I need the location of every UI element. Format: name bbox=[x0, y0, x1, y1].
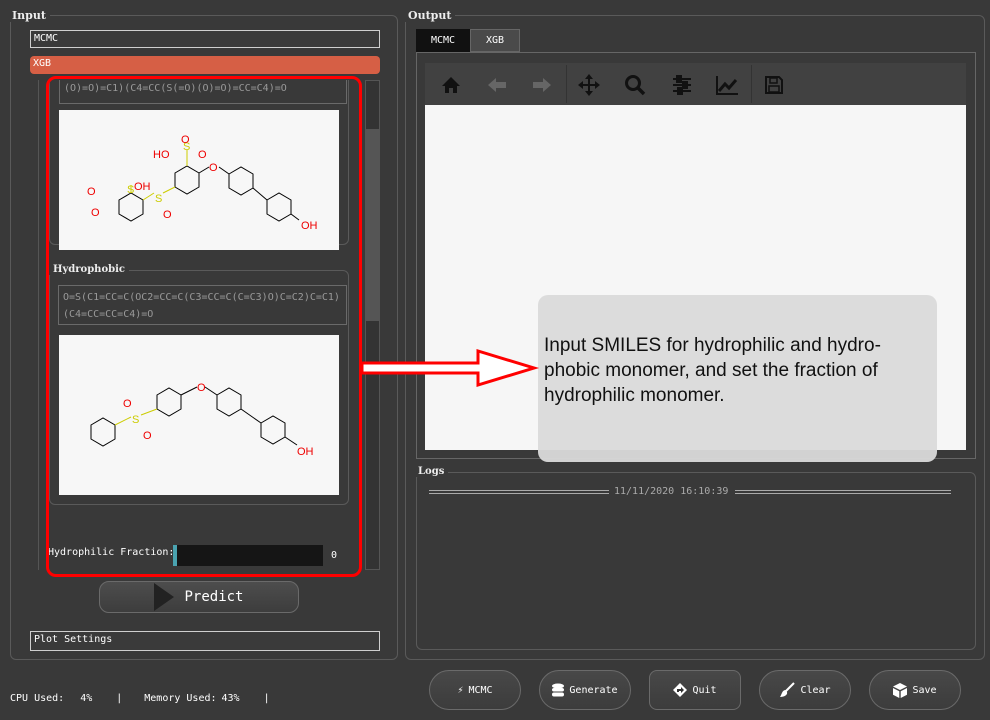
predict-label: Predict bbox=[184, 589, 244, 605]
logs-title: Logs bbox=[414, 466, 449, 477]
quit-button-label: Quit bbox=[692, 684, 717, 696]
predict-button[interactable]: Predict bbox=[99, 581, 299, 613]
tab-xgb[interactable]: XGB bbox=[470, 29, 520, 52]
status-separator: | bbox=[116, 693, 123, 704]
plot-toolbar bbox=[425, 63, 966, 105]
memory-value: 43% bbox=[221, 693, 240, 704]
pan-icon[interactable] bbox=[577, 73, 601, 97]
save-button[interactable]: Save bbox=[869, 670, 961, 710]
xgb-section-header[interactable]: XGB bbox=[30, 56, 380, 74]
toolbar-divider bbox=[751, 65, 752, 103]
configure-icon[interactable] bbox=[670, 73, 694, 97]
quit-button[interactable]: Quit bbox=[649, 670, 741, 710]
status-bar: CPU Used: 4% | Memory Used: 43% | bbox=[10, 693, 270, 704]
instruction-callout: Input SMILES for hydrophilic and hydro-p… bbox=[538, 295, 937, 462]
tab-mcmc[interactable]: MCMC bbox=[416, 29, 470, 52]
log-separator-right bbox=[735, 490, 951, 494]
scrollbar-handle[interactable] bbox=[366, 129, 379, 321]
log-separator-left bbox=[429, 490, 609, 494]
callout-text: Input SMILES for hydrophilic and hydro-p… bbox=[544, 335, 881, 406]
scrollbar[interactable] bbox=[365, 80, 380, 570]
plot-settings-header[interactable]: Plot Settings bbox=[30, 631, 380, 651]
generate-button[interactable]: Generate bbox=[539, 670, 631, 710]
brush-icon bbox=[780, 682, 796, 697]
back-icon[interactable] bbox=[485, 73, 509, 97]
play-icon bbox=[154, 583, 175, 611]
forward-icon[interactable] bbox=[530, 73, 554, 97]
clear-button-label: Clear bbox=[800, 684, 831, 696]
save-icon[interactable] bbox=[762, 73, 786, 97]
arrow-annotation bbox=[360, 348, 540, 388]
diamond-arrow-icon bbox=[673, 683, 688, 697]
database-icon bbox=[552, 683, 565, 697]
home-icon[interactable] bbox=[439, 73, 463, 97]
toolbar-divider bbox=[566, 65, 567, 103]
save-button-label: Save bbox=[912, 684, 937, 696]
mcmc-button[interactable]: ⚡ MCMC bbox=[429, 670, 521, 710]
mcmc-button-label: MCMC bbox=[468, 684, 493, 696]
mcmc-section-header[interactable]: MCMC bbox=[30, 30, 380, 48]
log-timestamp: 11/11/2020 16:10:39 bbox=[614, 486, 729, 497]
cube-icon bbox=[893, 682, 908, 698]
output-title: Output bbox=[404, 9, 456, 22]
generate-button-label: Generate bbox=[569, 684, 618, 696]
status-separator: | bbox=[263, 693, 270, 704]
cpu-value: 4% bbox=[80, 693, 93, 704]
cpu-label: CPU Used: bbox=[10, 693, 65, 704]
highlight-box bbox=[46, 76, 362, 577]
logs-group bbox=[416, 472, 976, 650]
zoom-icon[interactable] bbox=[623, 73, 647, 97]
edit-curves-icon[interactable] bbox=[715, 73, 739, 97]
memory-label: Memory Used: bbox=[144, 693, 217, 704]
lightning-icon: ⚡ bbox=[457, 684, 464, 696]
clear-button[interactable]: Clear bbox=[759, 670, 851, 710]
input-title: Input bbox=[8, 9, 50, 22]
